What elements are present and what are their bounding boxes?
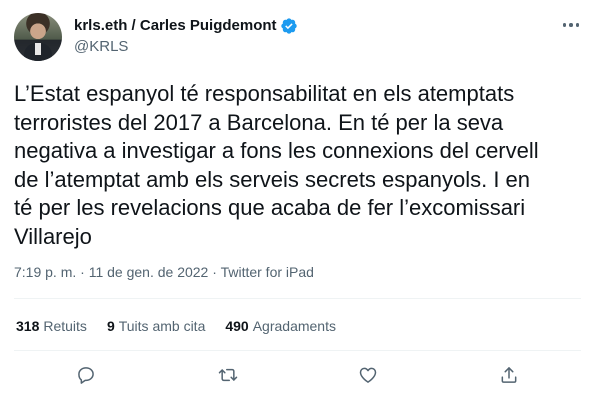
share-button[interactable] [496, 362, 522, 388]
retweet-arrows-icon [218, 368, 238, 382]
tweet-card: krls.eth / Carles Puigdemont @KRLS L’Est… [0, 0, 597, 402]
more-dot-icon [562, 23, 567, 27]
more-dot-icon [569, 23, 573, 27]
tweet-time[interactable]: 7:19 p. m. [14, 264, 76, 280]
meta-separator: · [76, 264, 89, 280]
quotes-label: Tuits amb cita [118, 318, 206, 334]
action-bar [0, 360, 597, 392]
tweet-text: L’Estat espanyol té responsabilitat en e… [14, 80, 589, 251]
meta-separator: · [208, 264, 221, 280]
retweets-label: Retuits [43, 318, 87, 334]
tweet-date[interactable]: 11 de gen. de 2022 [89, 264, 209, 280]
retweets-count: 318 [16, 318, 40, 334]
speech-bubble-icon [78, 367, 94, 384]
retweet-button[interactable] [215, 362, 241, 388]
share-upload-icon [501, 367, 517, 383]
reply-button[interactable] [73, 362, 99, 388]
retweets-stat[interactable]: 318 Retuits [16, 318, 87, 334]
likes-label: Agradaments [252, 318, 336, 334]
divider [14, 298, 581, 299]
author-display-name[interactable]: krls.eth / Carles Puigdemont [74, 17, 277, 35]
author-name-row[interactable]: krls.eth / Carles Puigdemont [74, 17, 298, 35]
tweet-source[interactable]: Twitter for iPad [221, 264, 314, 280]
divider [14, 350, 581, 351]
likes-count: 490 [225, 318, 249, 334]
tweet-text-line: L’Estat espanyol té responsabilitat en e… [14, 81, 515, 106]
engagement-stats: 318 Retuits 9 Tuits amb cita 490 Agradam… [16, 317, 356, 335]
heart-icon [359, 367, 377, 383]
tweet-text-line: de l’atemptat amb els serveis secrets es… [14, 166, 531, 192]
more-dot-icon [575, 23, 580, 27]
tweet-text-line: terroristes del 2017 a Barcelona. En té … [14, 109, 504, 135]
author-handle[interactable]: @KRLS [74, 38, 128, 56]
quotes-count: 9 [106, 318, 115, 334]
tweet-text-line: negativa a investigar a fons les connexi… [14, 138, 539, 163]
tweet-metadata: 7:19 p. m. · 11 de gen. de 2022 · Twitte… [14, 264, 314, 281]
verified-badge-icon [280, 18, 297, 34]
more-options-button[interactable] [558, 14, 584, 36]
like-button[interactable] [355, 362, 381, 388]
tweet-text-line: té per les revelacions que acaba de fer … [14, 195, 526, 220]
tweet-text-line: Villarejo [14, 223, 92, 249]
avatar[interactable] [14, 13, 62, 61]
quotes-stat[interactable]: 9 Tuits amb cita [107, 318, 205, 334]
avatar-shirt-shape [35, 43, 41, 55]
likes-stat[interactable]: 490 Agradaments [225, 318, 336, 334]
